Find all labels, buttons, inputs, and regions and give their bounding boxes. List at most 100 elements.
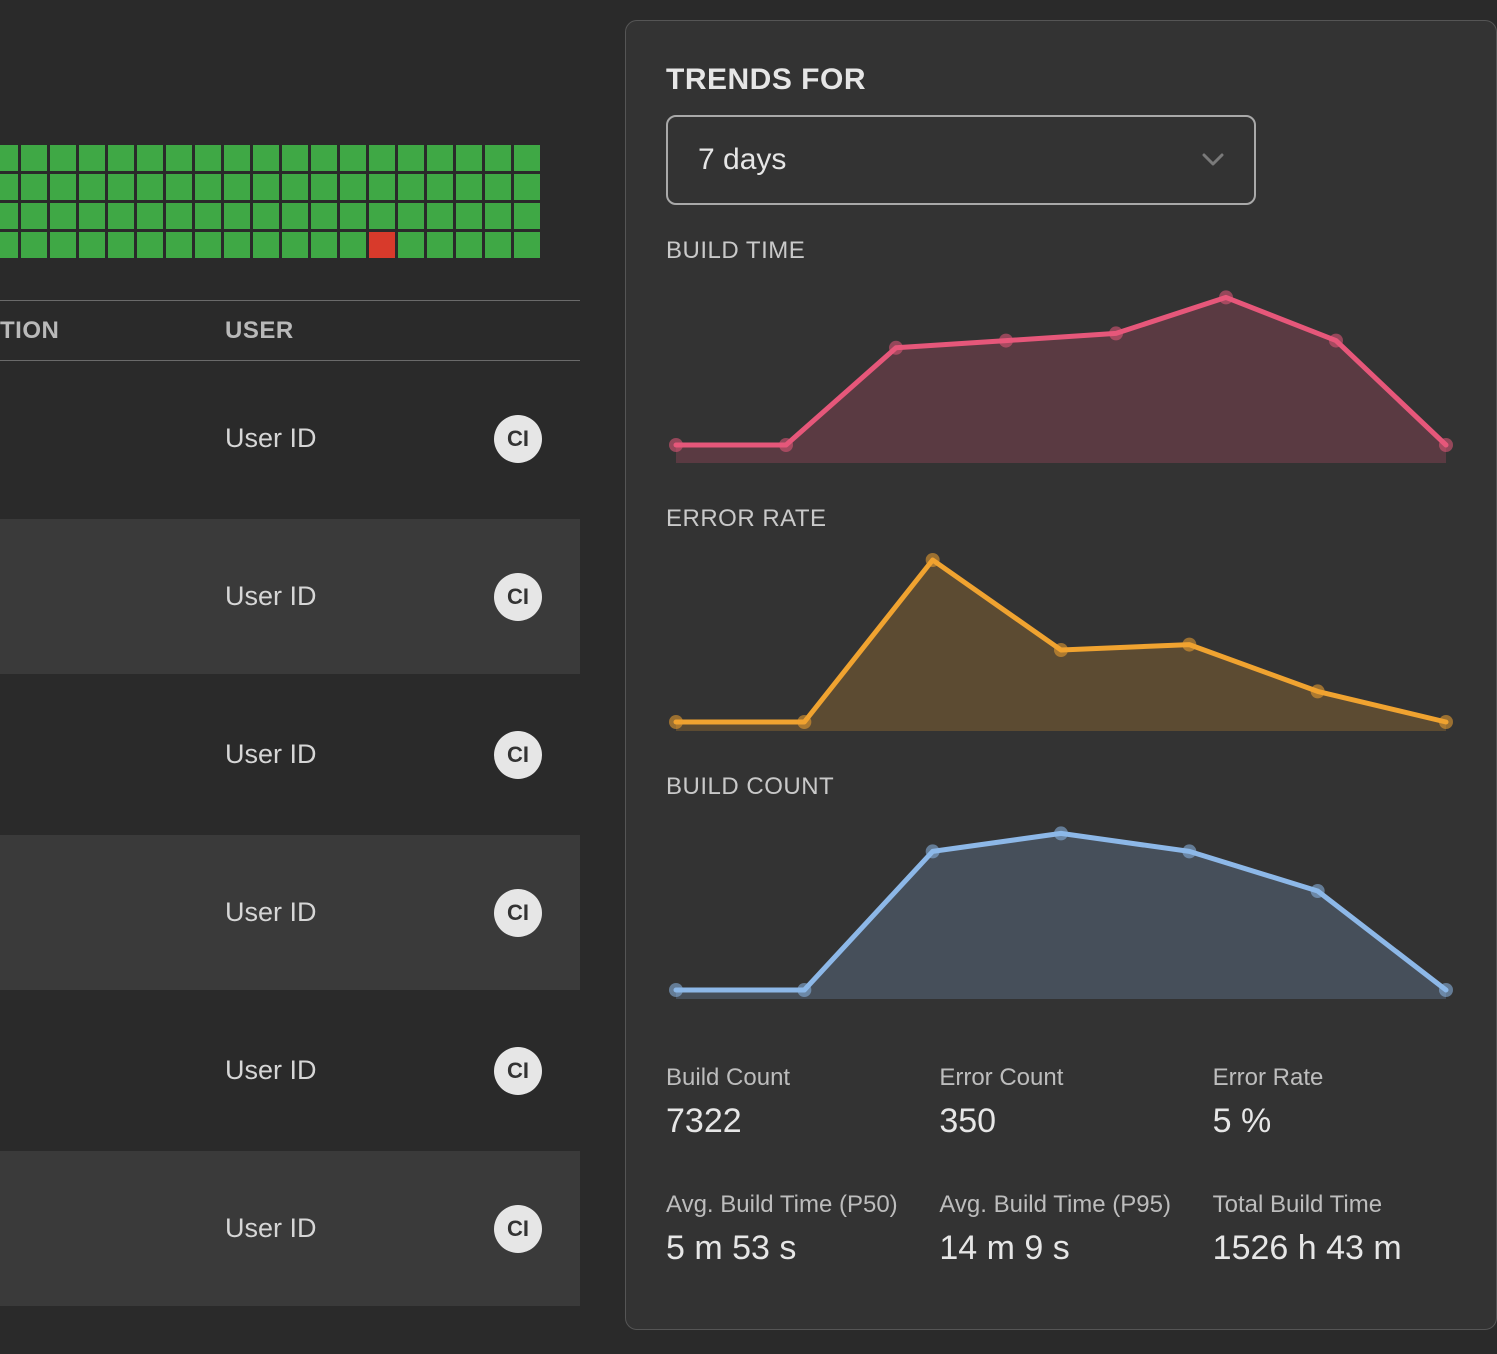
build-cell-ok[interactable] [311, 174, 337, 200]
ci-badge: CI [494, 415, 542, 463]
cell-user: User ID [225, 581, 485, 612]
build-cell-ok[interactable] [137, 145, 163, 171]
cell-user: User ID [225, 739, 485, 770]
build-cell-fail[interactable] [369, 232, 395, 258]
build-cell-ok[interactable] [195, 203, 221, 229]
build-cell-ok[interactable] [21, 174, 47, 200]
build-cell-ok[interactable] [340, 145, 366, 171]
build-cell-ok[interactable] [398, 174, 424, 200]
build-cell-ok[interactable] [514, 174, 540, 200]
build-cell-ok[interactable] [369, 145, 395, 171]
build-cell-ok[interactable] [166, 232, 192, 258]
build-cell-ok[interactable] [311, 232, 337, 258]
build-cell-ok[interactable] [21, 203, 47, 229]
table-row[interactable]: CI [0, 1309, 580, 1354]
table-row[interactable]: sUser IDCI [0, 677, 580, 832]
cell-user: User ID [225, 1055, 485, 1086]
build-cell-ok[interactable] [224, 174, 250, 200]
build-cell-ok[interactable] [485, 203, 511, 229]
build-cell-ok[interactable] [311, 203, 337, 229]
build-cell-ok[interactable] [340, 174, 366, 200]
build-cell-ok[interactable] [137, 174, 163, 200]
chart-error-rate-svg [666, 541, 1456, 741]
build-cell-ok[interactable] [456, 232, 482, 258]
builds-panel: TION USER sUser IDCI sUser IDCI sUser ID… [0, 0, 580, 1354]
build-cell-ok[interactable] [224, 232, 250, 258]
build-cell-ok[interactable] [108, 203, 134, 229]
stat-cell: Avg. Build Time (P95)14 m 9 s [939, 1191, 1182, 1268]
table-row[interactable]: sUser IDCI [0, 1151, 580, 1306]
build-cell-ok[interactable] [427, 232, 453, 258]
build-cell-ok[interactable] [282, 145, 308, 171]
build-cell-ok[interactable] [79, 174, 105, 200]
build-cell-ok[interactable] [398, 232, 424, 258]
build-cell-ok[interactable] [485, 232, 511, 258]
build-cell-ok[interactable] [282, 174, 308, 200]
build-cell-ok[interactable] [0, 232, 18, 258]
chart-build-count-svg [666, 809, 1456, 1009]
ci-badge: CI [494, 1047, 542, 1095]
build-cell-ok[interactable] [21, 145, 47, 171]
build-cell-ok[interactable] [21, 232, 47, 258]
stat-value: 7322 [666, 1102, 909, 1141]
build-cell-ok[interactable] [224, 203, 250, 229]
build-cell-ok[interactable] [456, 203, 482, 229]
build-cell-ok[interactable] [108, 232, 134, 258]
build-cell-ok[interactable] [253, 174, 279, 200]
build-cell-ok[interactable] [427, 203, 453, 229]
build-cell-ok[interactable] [50, 203, 76, 229]
build-cell-ok[interactable] [485, 174, 511, 200]
stat-label: Avg. Build Time (P95) [939, 1191, 1182, 1219]
builds-table: TION USER sUser IDCI sUser IDCI sUser ID… [0, 300, 580, 1354]
build-cell-ok[interactable] [0, 203, 18, 229]
table-row[interactable]: sUser IDCI [0, 835, 580, 990]
build-cell-ok[interactable] [166, 145, 192, 171]
build-cell-ok[interactable] [79, 232, 105, 258]
build-cell-ok[interactable] [369, 174, 395, 200]
build-cell-ok[interactable] [137, 203, 163, 229]
table-row[interactable]: sUser IDCI [0, 361, 580, 516]
build-cell-ok[interactable] [79, 145, 105, 171]
build-cell-ok[interactable] [166, 174, 192, 200]
build-cell-ok[interactable] [224, 145, 250, 171]
build-cell-ok[interactable] [456, 174, 482, 200]
build-cell-ok[interactable] [282, 203, 308, 229]
build-cell-ok[interactable] [253, 232, 279, 258]
build-cell-ok[interactable] [195, 232, 221, 258]
build-cell-ok[interactable] [0, 145, 18, 171]
build-cell-ok[interactable] [340, 203, 366, 229]
chart-build-time: BUILD TIME [666, 237, 1456, 473]
table-row[interactable]: sUser IDCI [0, 519, 580, 674]
trends-range-select[interactable]: 7 days [666, 115, 1256, 205]
build-cell-ok[interactable] [514, 232, 540, 258]
table-row[interactable]: sUser IDCI [0, 993, 580, 1148]
build-cell-ok[interactable] [50, 174, 76, 200]
build-cell-ok[interactable] [398, 145, 424, 171]
build-cell-ok[interactable] [253, 203, 279, 229]
build-cell-ok[interactable] [340, 232, 366, 258]
build-cell-ok[interactable] [282, 232, 308, 258]
build-cell-ok[interactable] [79, 203, 105, 229]
build-cell-ok[interactable] [456, 145, 482, 171]
build-cell-ok[interactable] [108, 174, 134, 200]
build-cell-ok[interactable] [427, 174, 453, 200]
build-cell-ok[interactable] [427, 145, 453, 171]
build-cell-ok[interactable] [0, 174, 18, 200]
build-cell-ok[interactable] [311, 145, 337, 171]
build-cell-ok[interactable] [485, 145, 511, 171]
build-cell-ok[interactable] [514, 203, 540, 229]
build-cell-ok[interactable] [398, 203, 424, 229]
build-cell-ok[interactable] [50, 232, 76, 258]
stat-label: Error Count [939, 1064, 1182, 1092]
build-cell-ok[interactable] [50, 145, 76, 171]
build-cell-ok[interactable] [253, 145, 279, 171]
cell-duration: s [0, 897, 225, 928]
chart-label-build-count: BUILD COUNT [666, 773, 1456, 801]
build-cell-ok[interactable] [195, 145, 221, 171]
build-cell-ok[interactable] [166, 203, 192, 229]
build-cell-ok[interactable] [514, 145, 540, 171]
build-cell-ok[interactable] [369, 203, 395, 229]
build-cell-ok[interactable] [108, 145, 134, 171]
build-cell-ok[interactable] [137, 232, 163, 258]
build-cell-ok[interactable] [195, 174, 221, 200]
